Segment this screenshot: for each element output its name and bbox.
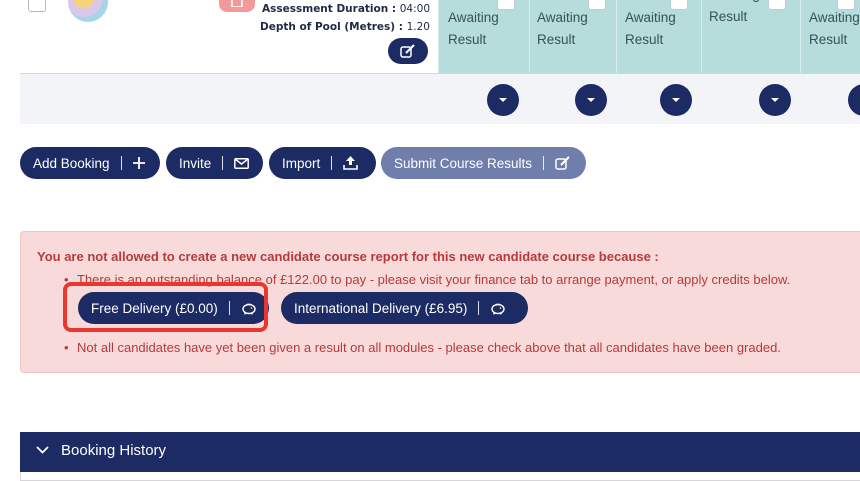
add-booking-label: Add Booking (33, 155, 110, 171)
free-delivery-highlight (63, 282, 268, 332)
import-label: Import (282, 155, 321, 171)
module-actions-row (20, 74, 860, 124)
chevron-down-icon (771, 98, 779, 102)
result-checkbox[interactable] (768, 0, 786, 10)
envelope-icon (234, 157, 250, 169)
chevron-down-icon (36, 446, 49, 454)
row-select-checkbox[interactable] (28, 0, 46, 12)
add-booking-button[interactable]: Add Booking (20, 147, 160, 179)
assessment-duration-label: Assessment Duration : (262, 3, 397, 15)
module-dropdown-2[interactable] (575, 84, 607, 116)
chevron-down-icon (587, 98, 595, 102)
pool-depth-value: 1.20 (406, 21, 430, 33)
edit-icon (400, 44, 415, 58)
module-dropdown-1[interactable] (487, 84, 519, 116)
assessment-duration-value: 04:00 (399, 3, 430, 15)
invite-label: Invite (179, 155, 212, 171)
result-status: Awaiting Result (448, 10, 499, 47)
import-button[interactable]: Import (269, 147, 376, 179)
results-message: Not all candidates have yet been given a… (64, 340, 781, 355)
result-status: Awaiting Result (709, 0, 760, 24)
piggy-bank-icon (491, 303, 506, 314)
edit-candidate-button[interactable] (388, 38, 428, 64)
booking-history-header[interactable]: Booking History (20, 432, 860, 472)
result-cell-2: Awaiting Result (529, 0, 616, 73)
plus-icon (132, 157, 145, 169)
result-cell-3: Awaiting Result (616, 0, 701, 73)
assessment-duration: Assessment Duration : 04:00 (262, 3, 430, 15)
trash-icon (231, 0, 243, 7)
booking-history-title: Booking History (61, 442, 167, 459)
international-delivery-button[interactable]: International Delivery (£6.95) (281, 292, 528, 324)
button-divider (222, 156, 224, 170)
invite-button[interactable]: Invite (166, 147, 263, 179)
module-dropdown-3[interactable] (660, 84, 692, 116)
result-status: Awaiting Result (537, 10, 588, 47)
result-cell-5: Awaiting Result (800, 0, 860, 73)
upload-icon (343, 156, 359, 170)
chevron-down-icon (499, 98, 507, 102)
module-dropdown-4[interactable] (759, 84, 791, 116)
booking-history-body (20, 472, 860, 481)
result-status: Awaiting Result (625, 10, 676, 47)
edit-icon (555, 156, 570, 170)
submit-course-results-button[interactable]: Submit Course Results (381, 147, 586, 179)
button-divider (478, 301, 480, 315)
submit-course-results-label: Submit Course Results (394, 155, 533, 171)
pool-depth: Depth of Pool (Metres) : 1.20 (260, 21, 430, 33)
chevron-down-icon (672, 98, 680, 102)
button-divider (331, 156, 333, 170)
button-divider (120, 156, 122, 170)
course-report-error-alert: You are not allowed to create a new cand… (20, 231, 860, 373)
delete-candidate-button[interactable] (219, 0, 255, 12)
international-delivery-label: International Delivery (£6.95) (294, 300, 468, 316)
result-status: Awaiting Result (809, 10, 860, 47)
alert-title: You are not allowed to create a new cand… (37, 249, 659, 264)
pool-depth-label: Depth of Pool (Metres) : (260, 21, 403, 33)
button-divider (543, 156, 545, 170)
result-cell-4: Awaiting Result (701, 0, 800, 73)
result-cell-1: Awaiting Result (438, 0, 529, 73)
candidate-avatar (68, 0, 108, 22)
